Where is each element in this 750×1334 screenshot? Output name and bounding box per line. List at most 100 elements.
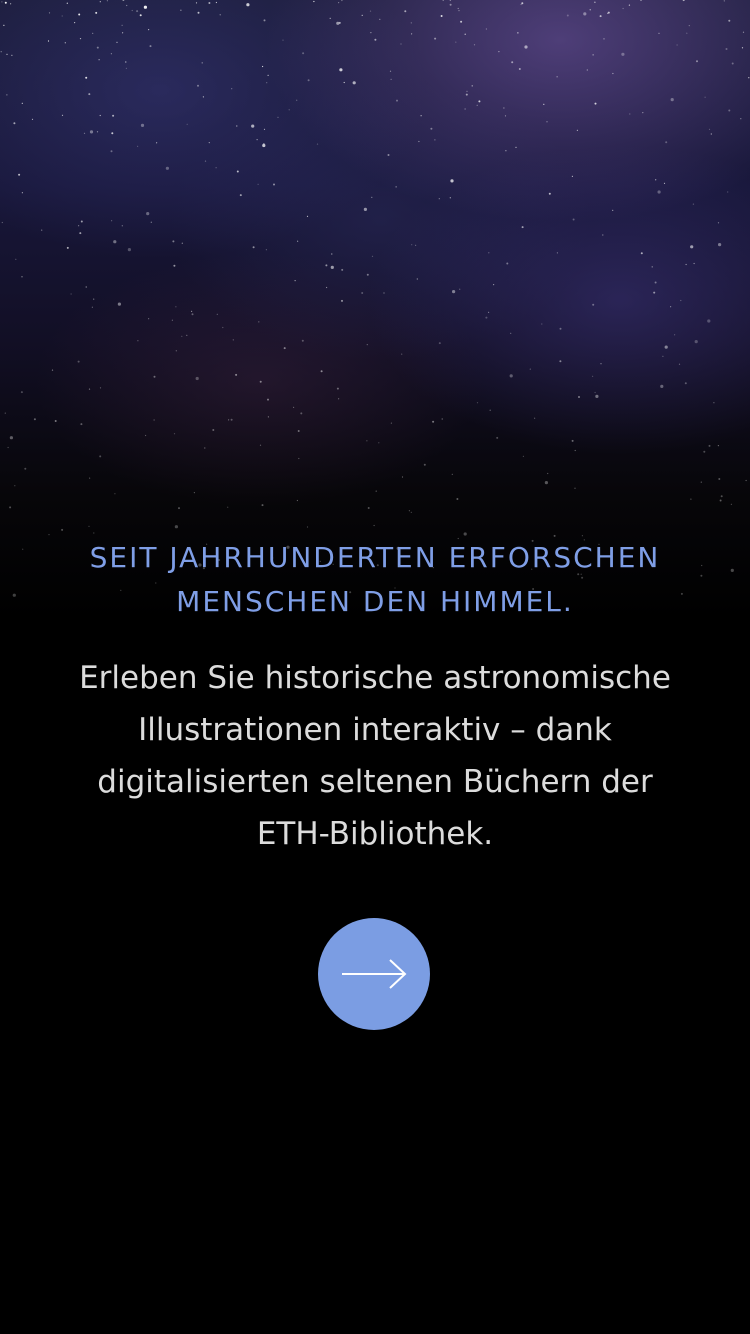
star bbox=[267, 398, 269, 401]
star bbox=[704, 96, 706, 98]
star bbox=[191, 313, 194, 316]
star bbox=[204, 447, 206, 449]
star bbox=[70, 293, 72, 295]
star bbox=[415, 244, 417, 246]
star bbox=[297, 430, 300, 432]
star bbox=[265, 249, 267, 251]
star bbox=[363, 207, 367, 211]
star bbox=[89, 477, 91, 479]
star bbox=[293, 406, 295, 408]
star bbox=[267, 416, 269, 418]
star bbox=[546, 121, 548, 123]
star bbox=[489, 409, 491, 411]
star bbox=[375, 490, 377, 492]
star bbox=[517, 32, 519, 34]
star bbox=[594, 391, 596, 394]
star bbox=[174, 525, 178, 529]
next-button[interactable] bbox=[318, 918, 430, 1030]
star bbox=[146, 212, 150, 216]
star bbox=[367, 507, 370, 509]
star bbox=[117, 302, 121, 306]
star bbox=[571, 175, 574, 177]
star bbox=[11, 54, 13, 56]
star bbox=[717, 222, 720, 224]
star bbox=[232, 339, 234, 341]
star bbox=[592, 54, 594, 56]
star bbox=[140, 123, 145, 127]
star bbox=[449, 3, 452, 6]
star bbox=[329, 17, 331, 19]
star bbox=[703, 450, 706, 453]
star bbox=[361, 14, 363, 16]
star bbox=[330, 265, 334, 269]
star bbox=[748, 77, 750, 79]
star bbox=[719, 499, 722, 502]
star bbox=[612, 72, 614, 75]
star bbox=[471, 85, 473, 87]
star bbox=[106, 0, 108, 2]
star bbox=[88, 93, 91, 96]
star bbox=[524, 45, 528, 49]
star bbox=[629, 113, 631, 115]
star bbox=[728, 109, 731, 112]
star bbox=[741, 47, 744, 49]
star bbox=[692, 203, 695, 205]
star bbox=[640, 252, 643, 255]
star bbox=[520, 3, 522, 6]
star bbox=[61, 114, 64, 116]
star bbox=[307, 79, 310, 82]
star bbox=[434, 37, 437, 40]
star bbox=[262, 65, 264, 68]
star bbox=[80, 220, 83, 223]
star bbox=[674, 334, 676, 336]
star bbox=[338, 398, 340, 400]
star bbox=[464, 33, 466, 35]
star bbox=[111, 132, 114, 135]
star bbox=[180, 9, 182, 11]
star bbox=[235, 373, 238, 376]
star bbox=[252, 246, 255, 249]
star bbox=[574, 449, 576, 452]
star bbox=[216, 313, 218, 315]
star bbox=[149, 45, 152, 48]
intro-screen: SEIT JAHRHUNDERTEN ERFORSCHEN MENSCHEN D… bbox=[0, 0, 750, 1334]
star bbox=[79, 38, 82, 40]
star bbox=[277, 116, 279, 118]
star bbox=[156, 142, 158, 144]
star bbox=[529, 368, 531, 370]
star bbox=[88, 525, 90, 528]
star bbox=[682, 0, 685, 2]
star bbox=[410, 22, 412, 24]
star bbox=[175, 350, 177, 352]
star bbox=[51, 369, 54, 371]
star bbox=[258, 321, 260, 323]
star bbox=[456, 498, 459, 500]
star bbox=[458, 10, 460, 12]
star bbox=[543, 103, 545, 105]
star bbox=[302, 52, 305, 55]
star bbox=[723, 0, 725, 2]
star bbox=[559, 360, 562, 363]
star bbox=[655, 179, 657, 181]
star bbox=[725, 48, 728, 50]
star bbox=[153, 375, 156, 378]
star bbox=[404, 10, 407, 13]
star bbox=[686, 32, 688, 34]
star bbox=[31, 118, 34, 120]
star bbox=[215, 167, 217, 169]
star bbox=[466, 90, 468, 92]
star bbox=[511, 61, 514, 64]
star bbox=[298, 457, 300, 460]
star bbox=[77, 360, 80, 363]
star bbox=[246, 3, 250, 7]
star bbox=[438, 198, 440, 200]
star bbox=[313, 0, 315, 3]
star bbox=[13, 122, 16, 125]
star bbox=[99, 455, 102, 458]
star bbox=[450, 179, 454, 183]
star bbox=[411, 244, 413, 246]
star bbox=[267, 74, 269, 76]
star bbox=[273, 183, 275, 186]
star bbox=[449, 0, 451, 1]
star bbox=[676, 44, 678, 46]
